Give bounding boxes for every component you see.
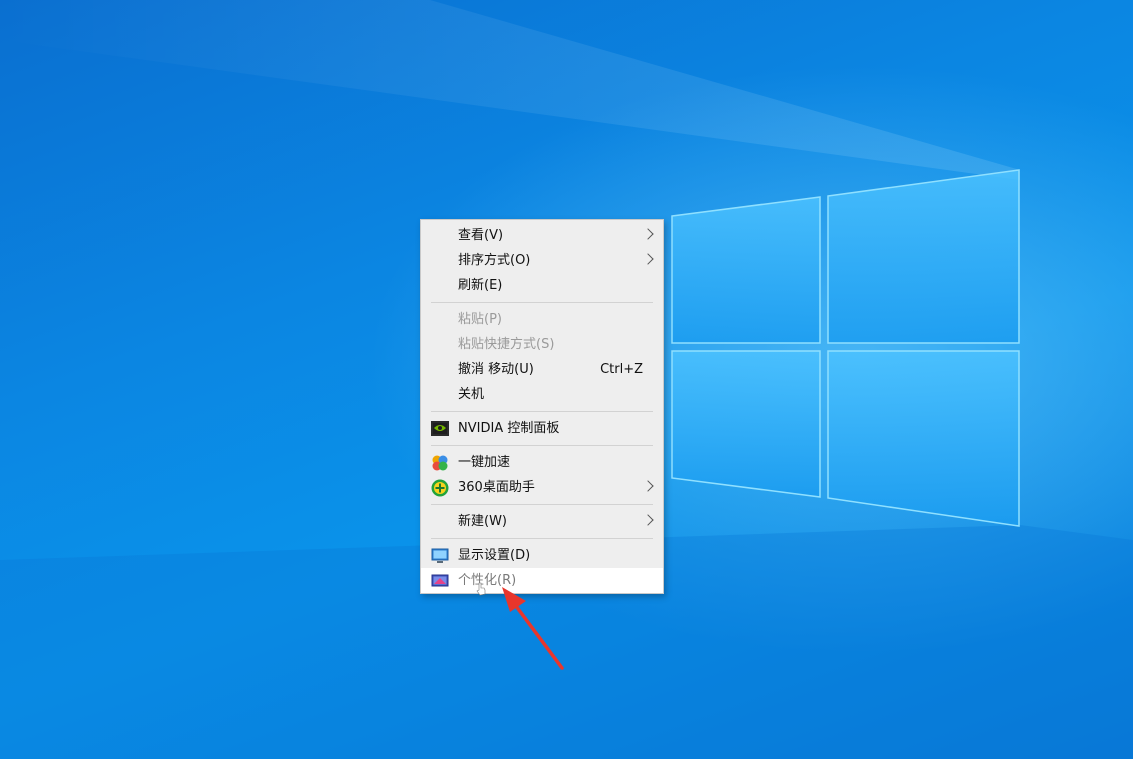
speedup-icon <box>431 454 449 472</box>
menu-item-label: 个性化(R) <box>458 573 517 588</box>
menu-item-label: 一键加速 <box>458 455 511 470</box>
menu-item-refresh[interactable]: 刷新(E) <box>421 273 663 298</box>
menu-item-label: 显示设置(D) <box>458 548 531 563</box>
menu-item-label: 粘贴快捷方式(S) <box>458 337 555 352</box>
chevron-right-icon <box>642 514 654 526</box>
chevron-right-icon <box>642 228 654 240</box>
menu-item-display-settings[interactable]: 显示设置(D) <box>421 543 663 568</box>
chevron-right-icon <box>642 480 654 492</box>
menu-item-label: 刷新(E) <box>458 278 503 293</box>
menu-item-undo-move[interactable]: 撤消 移动(U) Ctrl+Z <box>421 357 663 382</box>
menu-item-sort-by[interactable]: 排序方式(O) <box>421 248 663 273</box>
menu-item-360-desktop-assistant[interactable]: 360桌面助手 <box>421 475 663 500</box>
menu-separator <box>431 411 653 412</box>
menu-item-label: 排序方式(O) <box>458 253 531 268</box>
menu-item-nvidia-control-panel[interactable]: NVIDIA 控制面板 <box>421 416 663 441</box>
360-icon <box>431 479 449 497</box>
menu-item-label: 撤消 移动(U) <box>458 362 534 377</box>
menu-item-paste-shortcut: 粘贴快捷方式(S) <box>421 332 663 357</box>
menu-item-shutdown[interactable]: 关机 <box>421 382 663 407</box>
menu-item-view[interactable]: 查看(V) <box>421 223 663 248</box>
menu-item-label: 360桌面助手 <box>458 480 535 495</box>
menu-item-label: 查看(V) <box>458 228 504 243</box>
display-settings-icon <box>431 547 449 565</box>
menu-item-paste: 粘贴(P) <box>421 307 663 332</box>
chevron-right-icon <box>642 253 654 265</box>
menu-item-label: 粘贴(P) <box>458 312 502 327</box>
menu-item-label: NVIDIA 控制面板 <box>458 421 560 436</box>
menu-item-shortcut: Ctrl+Z <box>600 362 643 377</box>
menu-separator <box>431 302 653 303</box>
menu-item-personalize[interactable]: 个性化(R) <box>421 568 663 593</box>
menu-separator <box>431 504 653 505</box>
desktop-context-menu: 查看(V) 排序方式(O) 刷新(E) 粘贴(P) 粘贴快捷方式(S) 撤消 移… <box>420 219 664 594</box>
nvidia-icon <box>431 420 449 438</box>
menu-separator <box>431 538 653 539</box>
menu-item-one-click-speedup[interactable]: 一键加速 <box>421 450 663 475</box>
menu-item-label: 新建(W) <box>458 514 507 529</box>
personalize-icon <box>431 572 449 590</box>
menu-item-new[interactable]: 新建(W) <box>421 509 663 534</box>
menu-separator <box>431 445 653 446</box>
menu-item-label: 关机 <box>458 387 485 402</box>
